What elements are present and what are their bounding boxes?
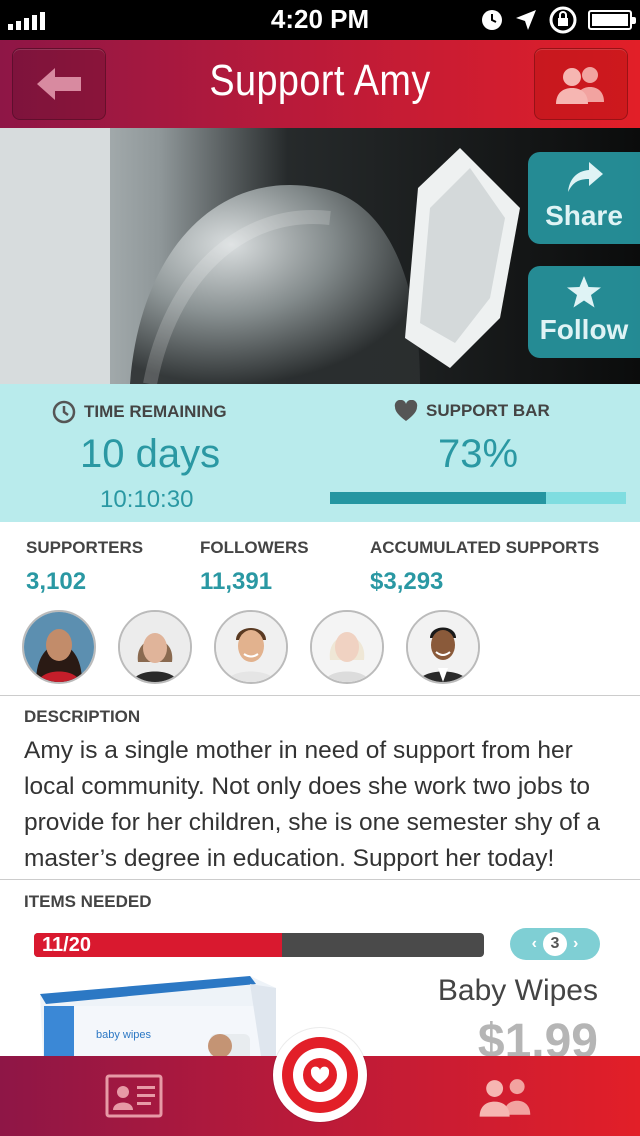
support-progress-fill — [330, 492, 547, 504]
target-heart-icon — [282, 1037, 358, 1113]
page-title: Support Amy — [209, 56, 431, 105]
supporters-stat: SUPPORTERS 3,102 — [26, 538, 143, 596]
product-image[interactable]: baby wipes — [40, 976, 280, 1056]
support-bar-heading: SUPPORT BAR — [394, 400, 550, 422]
campaign-photo: Share Follow — [0, 128, 640, 384]
items-needed-heading: ITEMS NEEDED — [24, 892, 152, 911]
support-bar-label: SUPPORT BAR — [426, 401, 550, 420]
share-label: Share — [545, 200, 623, 231]
status-bar: 4:20 PM — [0, 0, 640, 40]
item-progress-label: 11/20 — [42, 934, 91, 956]
battery-icon — [588, 10, 636, 30]
share-button[interactable]: Share — [528, 152, 640, 244]
avatar[interactable] — [406, 610, 480, 684]
location-arrow-icon — [516, 10, 536, 30]
alarm-clock-icon — [482, 10, 502, 30]
accumulated-value: $3,293 — [370, 568, 444, 595]
follow-button[interactable]: Follow — [528, 266, 640, 358]
followers-label: FOLLOWERS — [200, 538, 309, 557]
item-page-number: 3 — [543, 932, 567, 956]
time-remaining-heading: TIME REMAINING — [52, 400, 227, 424]
description-text: Amy is a single mother in need of suppor… — [24, 737, 601, 872]
people-icon — [556, 67, 604, 104]
item-progress-bar: 11/20 — [34, 933, 484, 957]
product-box-text: baby wipes — [96, 1029, 152, 1041]
clock-icon — [52, 400, 76, 424]
accumulated-stat: ACCUMULATED SUPPORTS $3,293 — [370, 538, 599, 596]
days-remaining: 10 days — [80, 432, 221, 476]
avatar[interactable] — [310, 610, 384, 684]
follow-label: Follow — [539, 314, 629, 345]
rotation-lock-icon — [549, 6, 577, 34]
supporters-button[interactable] — [534, 48, 628, 120]
share-arrow-icon — [568, 162, 603, 192]
item-pager[interactable]: ‹ 3 › — [510, 928, 600, 960]
time-remaining-label: TIME REMAINING — [84, 402, 227, 421]
support-target-button[interactable] — [273, 1028, 367, 1122]
avatar[interactable] — [118, 610, 192, 684]
followers-stat: FOLLOWERS 11,391 — [200, 538, 309, 596]
tab-profile[interactable] — [104, 1070, 164, 1122]
followers-value: 11,391 — [200, 568, 273, 595]
avatar[interactable] — [214, 610, 288, 684]
avatar[interactable] — [22, 610, 96, 684]
navigation-bar: Support Amy — [0, 40, 640, 128]
countdown-clock: 10:10:30 — [100, 486, 194, 513]
people-icon — [479, 1079, 531, 1117]
description-section: DESCRIPTION Amy is a single mother in ne… — [0, 697, 640, 880]
item-name: Baby Wipes — [437, 974, 598, 1007]
star-icon — [567, 276, 601, 308]
chevron-right-icon[interactable]: › — [573, 935, 578, 953]
tab-community[interactable] — [474, 1070, 534, 1122]
supporters-label: SUPPORTERS — [26, 538, 144, 557]
supporters-value: 3,102 — [26, 568, 87, 595]
chevron-left-icon[interactable]: ‹ — [532, 935, 537, 953]
item-price: $1.99 — [477, 1015, 598, 1056]
support-percent: 73% — [438, 432, 519, 476]
supporter-counts: SUPPORTERS 3,102 FOLLOWERS 11,391 ACCUMU… — [0, 522, 640, 696]
heart-icon — [394, 400, 418, 421]
id-card-icon — [105, 1074, 163, 1118]
accumulated-label: ACCUMULATED SUPPORTS — [370, 538, 600, 557]
support-progress-bar — [330, 492, 626, 504]
description-heading: DESCRIPTION — [24, 707, 141, 726]
